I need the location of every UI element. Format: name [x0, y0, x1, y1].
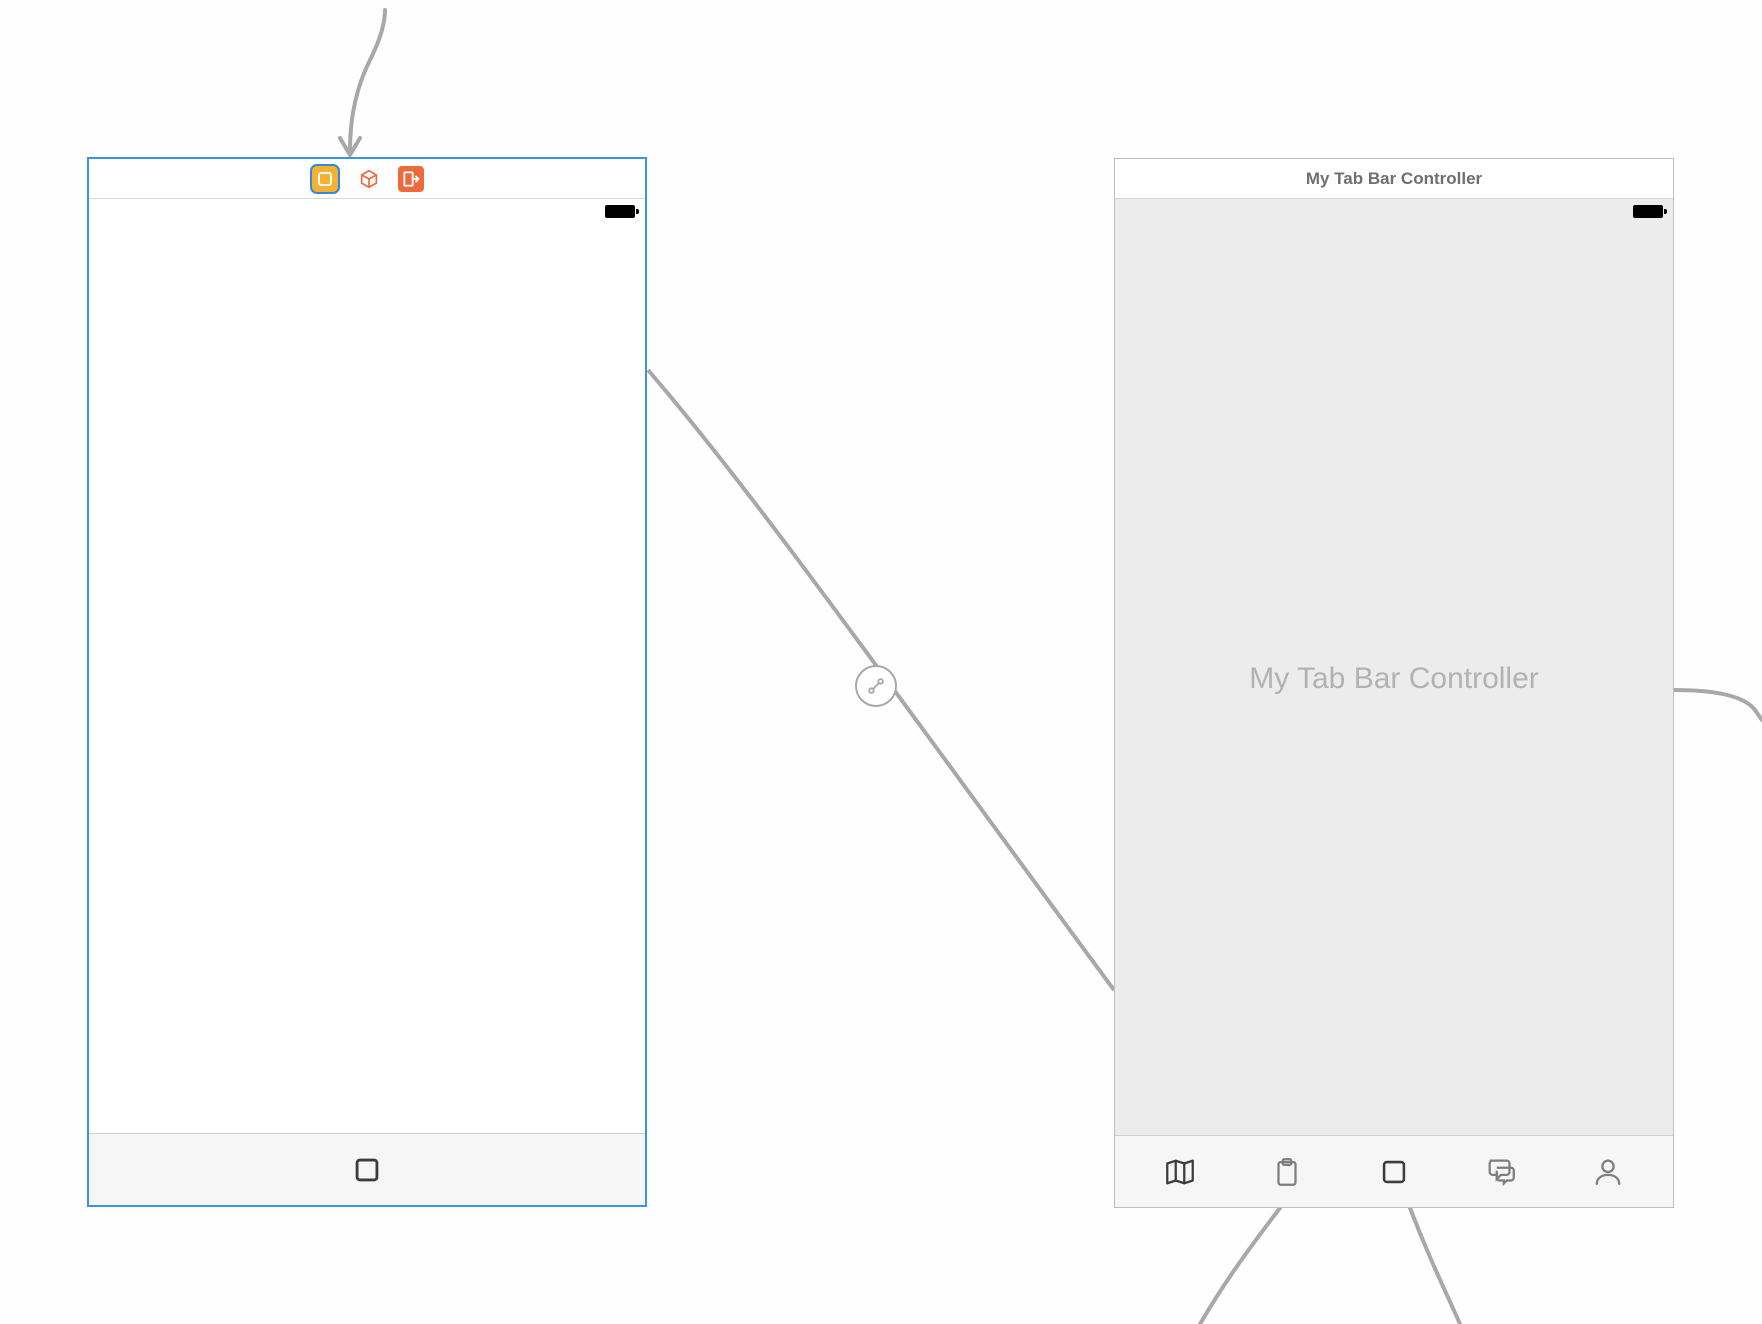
square-icon[interactable]	[1375, 1153, 1413, 1191]
placeholder-label: My Tab Bar Controller	[1249, 662, 1539, 696]
battery-icon	[605, 205, 635, 218]
view-controller-icon[interactable]	[310, 164, 340, 194]
scene-title-label: My Tab Bar Controller	[1306, 169, 1482, 189]
status-bar	[1115, 199, 1673, 223]
tab-bar[interactable]	[1115, 1135, 1673, 1207]
view-controller-scene[interactable]	[87, 157, 647, 1207]
scene-titlebar[interactable]: My Tab Bar Controller	[1115, 159, 1673, 199]
segue-badge[interactable]	[855, 665, 897, 707]
first-responder-icon[interactable]	[354, 164, 384, 194]
clipboard-icon[interactable]	[1268, 1153, 1306, 1191]
person-icon[interactable]	[1589, 1153, 1627, 1191]
battery-icon	[1633, 205, 1663, 218]
exit-icon[interactable]	[398, 166, 424, 192]
scene-titlebar[interactable]	[89, 159, 645, 199]
bottom-bar[interactable]	[89, 1133, 645, 1205]
tab-bar-controller-scene[interactable]: My Tab Bar Controller My Tab Bar Control…	[1114, 158, 1674, 1208]
map-icon[interactable]	[1161, 1153, 1199, 1191]
chat-icon[interactable]	[1482, 1153, 1520, 1191]
scene-main-view[interactable]: My Tab Bar Controller	[1115, 223, 1673, 1135]
scene-main-view[interactable]	[89, 223, 645, 1133]
square-icon[interactable]	[348, 1151, 386, 1189]
status-bar	[89, 199, 645, 223]
